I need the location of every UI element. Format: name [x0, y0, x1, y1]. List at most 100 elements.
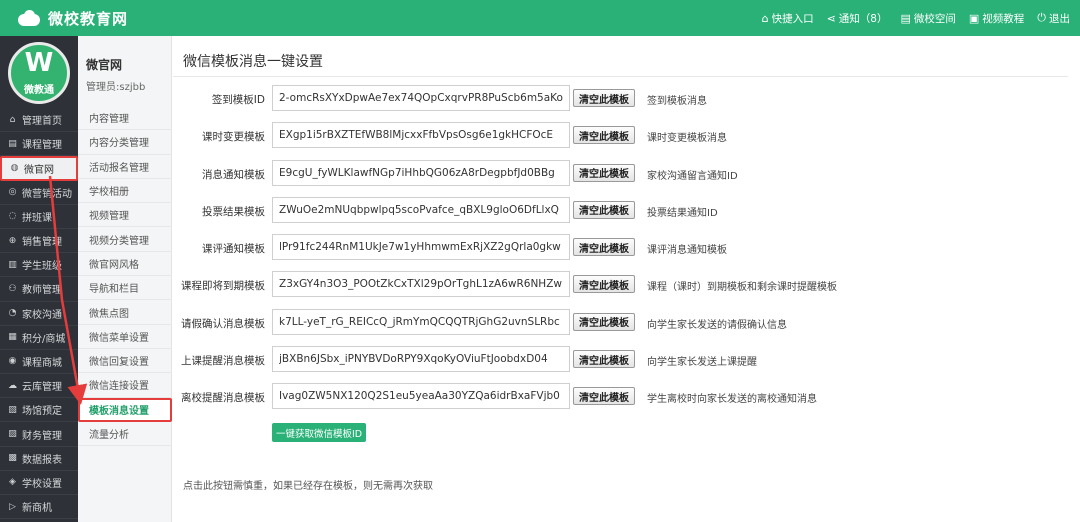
sub-item-traffic[interactable]: 流量分析 [78, 422, 172, 447]
nav-shortcut[interactable]: ⌂ 快捷入口 [762, 11, 814, 26]
sub-item-video-category[interactable]: 视频分类管理 [78, 227, 172, 252]
group-icon: ◌ [8, 211, 17, 222]
clear-template-button[interactable]: 清空此模板 [573, 163, 635, 182]
sidebar-item-points-mall[interactable]: ▦ 积分/商城 [0, 326, 78, 350]
row-description: 向学生家长发送的请假确认信息 [647, 319, 787, 331]
sub-item-template-message[interactable]: 模板消息设置 [78, 397, 172, 422]
book-icon: ▤ [900, 11, 911, 25]
sub-sidebar-title: 微官网 [86, 58, 123, 72]
template-id-input[interactable] [272, 85, 570, 111]
sidebar-item-students[interactable]: ▥ 学生班级 [0, 253, 78, 278]
row-label: 课评通知模板 [202, 243, 265, 256]
settings-icon: ◈ [9, 477, 16, 488]
sidebar-item-label: 销售管理 [22, 237, 62, 249]
sidebar-item-venue[interactable]: ▧ 场馆预定 [0, 398, 78, 423]
row-label: 投票结果模板 [202, 205, 265, 218]
report-icon: ▩ [8, 453, 17, 464]
template-row-leave-confirm: 请假确认消息模板 清空此模板 向学生家长发送的请假确认信息 [173, 308, 1073, 345]
target-icon: ◎ [8, 187, 17, 198]
fetch-template-id-button[interactable]: 一键获取微信模板ID [272, 423, 366, 442]
row-description: 向学生家长发送上课提醒 [647, 357, 757, 369]
sub-item-wechat-connect[interactable]: 微信连接设置 [78, 373, 172, 398]
list-icon: ▤ [8, 138, 17, 149]
sidebar-item-teachers[interactable]: ⚇ 教师管理 [0, 277, 78, 302]
sidebar-item-cloud[interactable]: ☁ 云库管理 [0, 374, 78, 399]
row-description: 课时变更模板消息 [647, 133, 727, 145]
clear-template-button[interactable]: 清空此模板 [573, 387, 635, 406]
clear-template-button[interactable]: 清空此模板 [573, 312, 635, 331]
nav-notifications[interactable]: ⋖ 通知（8） [827, 11, 888, 26]
nav-label: 退出 [1049, 12, 1070, 25]
sub-item-site-style[interactable]: 微官网风格 [78, 252, 172, 277]
top-nav: ⌂ 快捷入口 ⋖ 通知（8） ▤ 微校空间 ▣ 视频教程 ⏻ 退出 [749, 0, 1070, 36]
admin-name: 管理员:szjbb [86, 82, 146, 93]
sidebar-item-finance[interactable]: ▨ 财务管理 [0, 422, 78, 447]
chat-icon: ◔ [8, 308, 17, 319]
nav-video-tutorial[interactable]: ▣ 视频教程 [969, 11, 1024, 26]
sub-item-content[interactable]: 内容管理 [78, 106, 172, 131]
clear-template-button[interactable]: 清空此模板 [573, 126, 635, 145]
template-id-input[interactable] [272, 159, 570, 186]
sidebar-item-label: 管理首页 [22, 116, 62, 128]
template-row-hours-change: 课时变更模板 清空此模板 课时变更模板消息 [173, 121, 1073, 158]
nav-space[interactable]: ▤ 微校空间 [900, 11, 955, 26]
sidebar-item-reports[interactable]: ▩ 数据报表 [0, 447, 78, 471]
row-description: 投票结果通知ID [647, 207, 718, 219]
sub-item-wechat-menu[interactable]: 微信菜单设置 [78, 325, 172, 349]
clear-template-button[interactable]: 清空此模板 [573, 238, 635, 257]
template-id-input[interactable] [272, 271, 570, 298]
sidebar-item-sales[interactable]: ⊕ 销售管理 [0, 229, 78, 254]
sidebar-item-group-class[interactable]: ◌ 拼班课 [0, 205, 78, 229]
sidebar-item-marketing[interactable]: ◎ 微营销活动 [0, 181, 78, 205]
brand[interactable]: 微校教育网 [18, 7, 128, 29]
sub-item-navigation[interactable]: 导航和栏目 [78, 276, 172, 301]
template-id-input[interactable] [272, 308, 570, 335]
share-notify-icon: ⋖ [826, 11, 836, 25]
class-icon: ▥ [8, 259, 17, 270]
sidebar-item-home[interactable]: ⌂ 管理首页 [0, 108, 78, 133]
row-description: 课评消息通知模板 [647, 245, 727, 257]
sidebar-item-label: 课程管理 [22, 140, 62, 152]
sub-item-wechat-reply[interactable]: 微信回复设置 [78, 349, 172, 374]
clear-template-button[interactable]: 清空此模板 [573, 89, 635, 107]
top-header: 微校教育网 ⌂ 快捷入口 ⋖ 通知（8） ▤ 微校空间 ▣ 视频教程 ⏻ 退出 [0, 0, 1080, 36]
shortcut-icon: ⌂ [761, 11, 769, 25]
template-id-input[interactable] [272, 122, 570, 149]
collapse-icon: ▷ [9, 501, 16, 512]
clear-template-button[interactable]: 清空此模板 [573, 200, 635, 219]
row-description: 课程（课时）到期模板和剩余课时提醒模板 [647, 282, 837, 294]
video-icon: ▣ [968, 11, 980, 25]
cloud-icon: ☁ [8, 380, 17, 391]
row-label: 签到模板ID [211, 94, 265, 106]
template-id-input[interactable] [272, 346, 570, 373]
sidebar-item-communication[interactable]: ◔ 家校沟通 [0, 302, 78, 326]
template-id-input[interactable] [272, 196, 570, 223]
globe-icon: ◍ [10, 163, 19, 174]
sub-item-event-signup[interactable]: 活动报名管理 [78, 155, 172, 179]
template-id-input[interactable] [272, 383, 570, 410]
template-form: 签到模板ID 清空此模板 签到模板消息 课时变更模板 清空此模板 课时变更模板消… [173, 84, 1073, 420]
sidebar-item-new-business[interactable]: ▷ 新商机 [0, 495, 78, 520]
row-description: 签到模板消息 [647, 96, 707, 107]
sub-item-content-category[interactable]: 内容分类管理 [78, 130, 172, 155]
clear-template-button[interactable]: 清空此模板 [573, 275, 635, 294]
title-divider [173, 76, 1068, 77]
sidebar-item-label: 财务管理 [22, 430, 62, 442]
template-row-checkin: 签到模板ID 清空此模板 签到模板消息 [173, 84, 1073, 121]
brand-title: 微校教育网 [48, 9, 129, 28]
sidebar-item-course-mall[interactable]: ◉ 课程商城 [0, 350, 78, 375]
sidebar-item-microsite[interactable]: ◍ 微官网 [0, 156, 78, 181]
row-description: 家校沟通留言通知ID [647, 170, 738, 182]
power-icon: ⏻ [1037, 11, 1046, 24]
sub-item-album[interactable]: 学校相册 [78, 179, 172, 204]
sidebar-item-courses[interactable]: ▤ 课程管理 [0, 132, 78, 157]
nav-logout[interactable]: ⏻ 退出 [1037, 11, 1070, 26]
sidebar-item-label: 课程商城 [22, 357, 62, 369]
logo-text: 微教通 [24, 85, 54, 96]
clear-template-button[interactable]: 清空此模板 [573, 350, 635, 369]
sub-item-focus-image[interactable]: 微焦点图 [78, 300, 172, 325]
template-row-course-review: 课评通知模板 清空此模板 课评消息通知模板 [173, 233, 1073, 270]
template-id-input[interactable] [272, 234, 570, 261]
sub-item-video[interactable]: 视频管理 [78, 203, 172, 228]
sidebar-item-school-settings[interactable]: ◈ 学校设置 [0, 471, 78, 495]
